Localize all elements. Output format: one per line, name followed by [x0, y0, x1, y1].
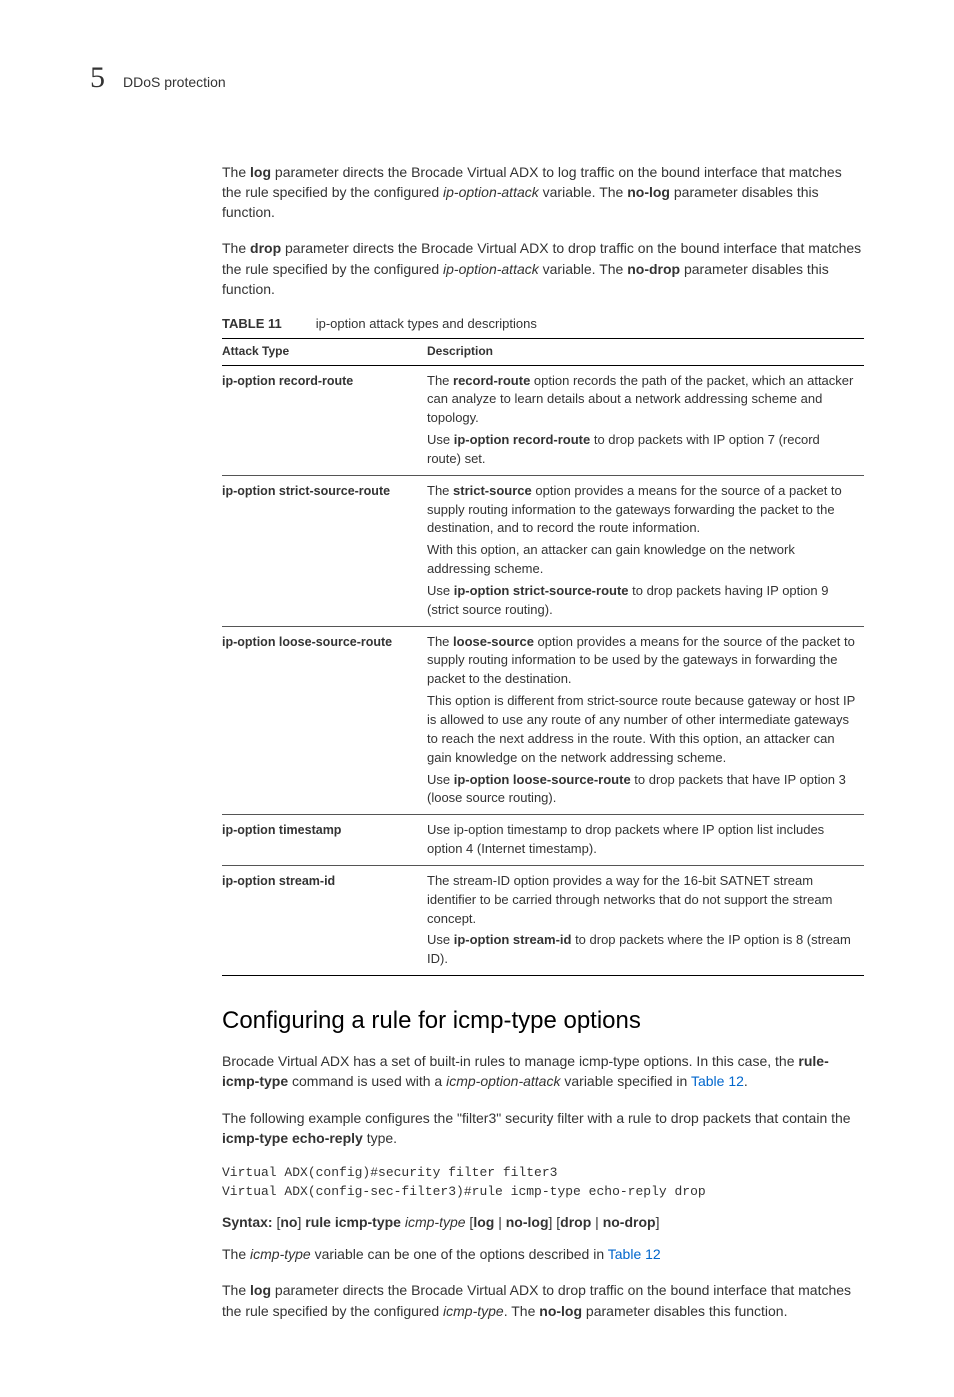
table-row: ip-option strict-source-route The strict…: [222, 475, 864, 626]
keyword: loose-source: [453, 634, 534, 649]
keyword: no-log: [539, 1303, 582, 1319]
log-keyword: log: [250, 164, 271, 180]
keyword: ip-option strict-source-route: [454, 583, 629, 598]
description: The strict-source option provides a mean…: [427, 475, 864, 626]
content-body: The log parameter directs the Brocade Vi…: [222, 162, 864, 1322]
table-title: TABLE 11 ip-option attack types and desc…: [222, 315, 864, 334]
text: variable. The: [539, 261, 627, 277]
text: ] [: [549, 1214, 561, 1230]
text: Use: [427, 583, 454, 598]
nodrop-keyword: no-drop: [627, 261, 680, 277]
drop-keyword: drop: [250, 240, 281, 256]
text: variable. The: [539, 184, 627, 200]
ip-option-table: Attack Type Description ip-option record…: [222, 338, 864, 976]
description: The loose-source option provides a means…: [427, 626, 864, 815]
text: The: [222, 1246, 250, 1262]
icmp-type-var-paragraph: The icmp-type variable can be one of the…: [222, 1244, 864, 1264]
text: The: [222, 164, 250, 180]
text: |: [494, 1214, 505, 1230]
col-description: Description: [427, 339, 864, 365]
table-row: ip-option stream-id The stream-ID option…: [222, 865, 864, 975]
keyword: ip-option loose-source-route: [454, 772, 631, 787]
text: The: [427, 634, 453, 649]
keyword: drop: [560, 1214, 591, 1230]
log-paragraph-2: The log parameter directs the Brocade Vi…: [222, 1280, 864, 1321]
keyword: no: [280, 1214, 297, 1230]
text: Use: [427, 932, 454, 947]
keyword: log: [473, 1214, 494, 1230]
text: The stream-ID option provides a way for …: [427, 872, 856, 929]
var: icmp-type: [401, 1214, 469, 1230]
table12-link[interactable]: Table 12: [608, 1246, 661, 1262]
attack-type: ip-option stream-id: [222, 865, 427, 975]
text: variable specified in: [560, 1073, 690, 1089]
keyword: record-route: [453, 373, 530, 388]
keyword: icmp-type echo-reply: [222, 1130, 363, 1146]
table-row: ip-option loose-source-route The loose-s…: [222, 626, 864, 815]
nolog-keyword: no-log: [627, 184, 670, 200]
keyword: strict-source: [453, 483, 532, 498]
text: The: [427, 483, 453, 498]
page-header: 5 DDoS protection: [90, 56, 864, 100]
keyword: no-log: [506, 1214, 549, 1230]
text: Use: [427, 772, 454, 787]
text: . The: [504, 1303, 540, 1319]
description: The record-route option records the path…: [427, 365, 864, 475]
drop-paragraph: The drop parameter directs the Brocade V…: [222, 238, 864, 299]
text: Use: [427, 432, 454, 447]
var: icmp-option-attack: [446, 1073, 560, 1089]
attack-type: ip-option strict-source-route: [222, 475, 427, 626]
keyword: ip-option record-route: [454, 432, 591, 447]
var: icmp-type: [443, 1303, 504, 1319]
example-paragraph: The following example configures the "fi…: [222, 1108, 864, 1149]
keyword: log: [250, 1282, 271, 1298]
attack-type: ip-option loose-source-route: [222, 626, 427, 815]
keyword: no-drop: [603, 1214, 656, 1230]
text: Brocade Virtual ADX has a set of built-i…: [222, 1053, 798, 1069]
keyword: rule icmp-type: [305, 1214, 401, 1230]
text: This option is different from strict-sou…: [427, 692, 856, 767]
table-row: ip-option record-route The record-route …: [222, 365, 864, 475]
var: ip-option-attack: [443, 184, 539, 200]
description: The stream-ID option provides a way for …: [427, 865, 864, 975]
description: Use ip-option timestamp to drop packets …: [427, 815, 864, 866]
text: type.: [363, 1130, 397, 1146]
text: The: [222, 1282, 250, 1298]
table-label: TABLE 11: [222, 315, 282, 334]
chapter-number: 5: [90, 56, 105, 100]
text: The: [222, 240, 250, 256]
table-row: ip-option timestamp Use ip-option timest…: [222, 815, 864, 866]
page: 5 DDoS protection The log parameter dire…: [0, 0, 954, 1397]
var: icmp-type: [250, 1246, 311, 1262]
text: variable can be one of the options descr…: [311, 1246, 608, 1262]
text: The: [427, 373, 453, 388]
table12-link[interactable]: Table 12: [691, 1073, 744, 1089]
text: |: [591, 1214, 602, 1230]
var: ip-option-attack: [443, 261, 539, 277]
text: ]: [656, 1214, 660, 1230]
text: command is used with a: [288, 1073, 446, 1089]
col-attack-type: Attack Type: [222, 339, 427, 365]
attack-type: ip-option timestamp: [222, 815, 427, 866]
attack-type: ip-option record-route: [222, 365, 427, 475]
text: The following example configures the "fi…: [222, 1110, 851, 1126]
code-block: Virtual ADX(config)#security filter filt…: [222, 1164, 864, 1202]
text: With this option, an attacker can gain k…: [427, 541, 856, 579]
section-heading: Configuring a rule for icmp-type options: [222, 1004, 864, 1039]
syntax-line: Syntax: [no] rule icmp-type icmp-type [l…: [222, 1212, 864, 1232]
text: .: [744, 1073, 748, 1089]
keyword: ip-option stream-id: [454, 932, 572, 947]
chapter-title: DDoS protection: [123, 72, 226, 92]
syntax-label: Syntax:: [222, 1214, 273, 1230]
table-caption: ip-option attack types and descriptions: [316, 315, 537, 334]
icmp-intro-paragraph: Brocade Virtual ADX has a set of built-i…: [222, 1051, 864, 1092]
log-paragraph: The log parameter directs the Brocade Vi…: [222, 162, 864, 223]
table-header-row: Attack Type Description: [222, 339, 864, 365]
text: Use ip-option timestamp to drop packets …: [427, 821, 856, 859]
text: parameter disables this function.: [582, 1303, 787, 1319]
